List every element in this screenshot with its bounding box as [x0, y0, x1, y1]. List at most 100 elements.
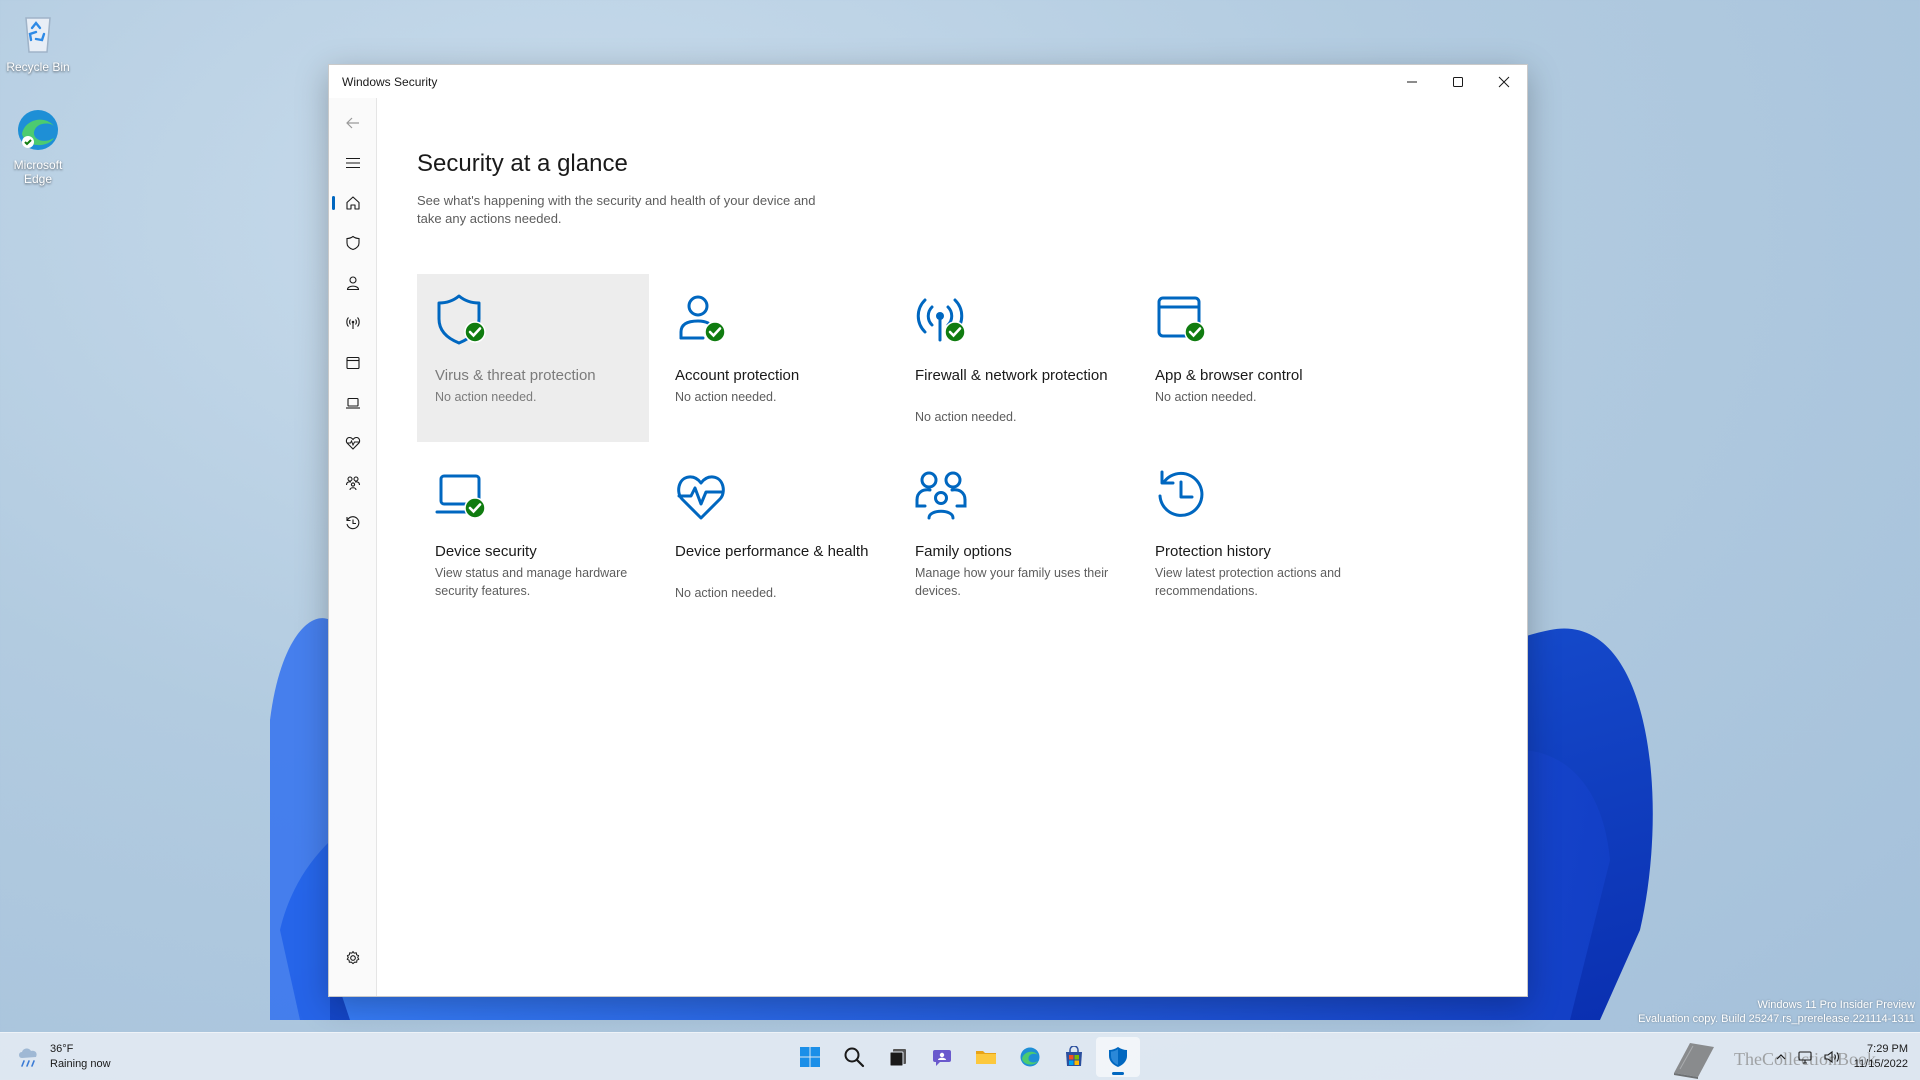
- task-view-icon: [889, 1049, 906, 1067]
- file-explorer-icon: [976, 1051, 996, 1064]
- tile-title: Family options: [915, 543, 1012, 560]
- back-arrow-icon: [346, 117, 359, 129]
- network-icon: [1798, 1051, 1812, 1064]
- history-icon: [1155, 468, 1211, 524]
- nav-item-account-protection[interactable]: [329, 265, 377, 301]
- tile-title: Firewall & network protection: [915, 367, 1108, 384]
- tray-network-button[interactable]: [1797, 1049, 1813, 1065]
- start-icon: [800, 1047, 820, 1067]
- recycle-bin-icon: [14, 8, 62, 56]
- nav-menu-button[interactable]: [329, 145, 377, 181]
- taskbar-search-button[interactable]: [832, 1037, 876, 1077]
- nav-item-home[interactable]: [329, 185, 377, 221]
- gear-icon: [346, 951, 360, 965]
- tile-subtitle: No action needed.: [675, 586, 777, 600]
- evaluation-watermark: Windows 11 Pro Insider Preview Evaluatio…: [1638, 998, 1915, 1026]
- tile-title: Account protection: [675, 367, 800, 384]
- nav-item-protection-history[interactable]: [329, 505, 377, 541]
- person-icon: [346, 276, 360, 291]
- clock-date: 11/15/2022: [1853, 1058, 1908, 1070]
- nav-back-button[interactable]: [329, 105, 377, 141]
- tile-title: Device performance & health: [675, 543, 869, 560]
- tile-subtitle: View status and manage hardware security…: [435, 566, 628, 598]
- chat-icon: [933, 1050, 951, 1066]
- close-button[interactable]: [1481, 65, 1527, 98]
- nav-item-settings[interactable]: [329, 940, 377, 976]
- desktop-icon-label: Recycle Bin: [6, 60, 70, 74]
- shield-check-icon: [435, 292, 491, 348]
- taskbar-task-view-button[interactable]: [876, 1037, 920, 1077]
- heart-pulse-icon: [345, 436, 361, 450]
- tray-overflow-button[interactable]: [1775, 1051, 1787, 1063]
- tile-protection-history[interactable]: Protection history View latest protectio…: [1137, 450, 1369, 618]
- taskbar-edge-button[interactable]: [1008, 1037, 1052, 1077]
- family-icon: [915, 468, 971, 524]
- chevron-up-icon: [1776, 1054, 1786, 1060]
- nav-item-virus-protection[interactable]: [329, 225, 377, 261]
- weather-widget[interactable]: 36°F Raining now: [16, 1042, 111, 1072]
- desktop-icon-label: Microsoft Edge: [13, 158, 63, 186]
- main-content: Security at a glance See what's happenin…: [377, 98, 1527, 996]
- nav-item-firewall[interactable]: [329, 305, 377, 341]
- volume-icon: [1824, 1050, 1839, 1064]
- tile-family-options[interactable]: Family options Manage how your family us…: [897, 450, 1129, 618]
- nav-item-device-performance[interactable]: [329, 425, 377, 461]
- history-icon: [346, 516, 360, 530]
- shield-icon: [346, 235, 360, 251]
- weather-temperature: 36°F: [50, 1043, 74, 1055]
- desktop-icon-recycle-bin[interactable]: Recycle Bin: [0, 8, 76, 74]
- nav-item-app-browser[interactable]: [329, 345, 377, 381]
- tile-app-browser-control[interactable]: App & browser control No action needed.: [1137, 274, 1369, 442]
- search-icon: [844, 1047, 865, 1068]
- tile-subtitle: No action needed.: [915, 410, 1017, 424]
- tray-volume-button[interactable]: [1823, 1049, 1841, 1065]
- edge-icon: [14, 106, 62, 154]
- antenna-icon: [346, 317, 360, 329]
- tile-virus-threat-protection[interactable]: Virus & threat protection No action need…: [417, 274, 649, 442]
- hamburger-icon: [346, 157, 360, 169]
- family-icon: [345, 476, 361, 491]
- minimize-icon: [1407, 81, 1417, 82]
- taskbar-file-explorer-button[interactable]: [964, 1037, 1008, 1077]
- taskbar-clock[interactable]: 7:29 PM 11/15/2022: [1854, 1042, 1908, 1072]
- tile-subtitle: View latest protection actions and recom…: [1155, 566, 1341, 598]
- taskbar-start-button[interactable]: [788, 1037, 832, 1077]
- rain-cloud-icon: [19, 1048, 37, 1067]
- tile-title: Protection history: [1155, 543, 1271, 560]
- tile-title: Device security: [435, 543, 537, 560]
- taskbar-windows-security-button[interactable]: [1096, 1037, 1140, 1077]
- tile-subtitle: No action needed.: [675, 390, 777, 404]
- close-icon: [1498, 76, 1510, 87]
- taskbar: 36°F Raining now TheCollectionBook 7:29 …: [0, 1032, 1920, 1080]
- maximize-button[interactable]: [1435, 65, 1481, 98]
- tile-firewall-network-protection[interactable]: Firewall & network protection No action …: [897, 274, 1129, 442]
- browser-window-icon: [346, 356, 360, 370]
- tile-device-security[interactable]: Device security View status and manage h…: [417, 450, 649, 618]
- tile-device-performance-health[interactable]: Device performance & health No action ne…: [657, 450, 889, 618]
- tile-title: App & browser control: [1155, 367, 1303, 384]
- laptop-check-icon: [435, 468, 491, 524]
- system-tray: 7:29 PM 11/15/2022: [1770, 1033, 1908, 1080]
- page-title: Security at a glance: [417, 150, 628, 177]
- book-icon: [1674, 1043, 1714, 1079]
- tile-account-protection[interactable]: Account protection No action needed.: [657, 274, 889, 442]
- watermark-line-2: Evaluation copy. Build 25247.rs_prerelea…: [1638, 1013, 1915, 1025]
- tile-subtitle: No action needed.: [435, 390, 537, 404]
- taskbar-store-button[interactable]: [1052, 1037, 1096, 1077]
- taskbar-apps: [788, 1037, 1140, 1077]
- browser-check-icon: [1155, 292, 1211, 348]
- windows-security-window: Windows Security Security at a glance Se…: [328, 64, 1528, 997]
- minimize-button[interactable]: [1389, 65, 1435, 98]
- desktop-icon-edge[interactable]: Microsoft Edge: [0, 106, 76, 186]
- nav-item-device-security[interactable]: [329, 385, 377, 421]
- title-bar[interactable]: Windows Security: [329, 65, 1527, 98]
- weather-condition: Raining now: [50, 1058, 111, 1070]
- page-description: See what's happening with the security a…: [417, 193, 816, 226]
- person-check-icon: [675, 292, 731, 348]
- maximize-icon: [1453, 76, 1463, 87]
- home-icon: [346, 196, 360, 210]
- taskbar-chat-button[interactable]: [920, 1037, 964, 1077]
- windows-security-icon: [1109, 1047, 1127, 1067]
- tile-title: Virus & threat protection: [435, 367, 596, 384]
- nav-item-family[interactable]: [329, 465, 377, 501]
